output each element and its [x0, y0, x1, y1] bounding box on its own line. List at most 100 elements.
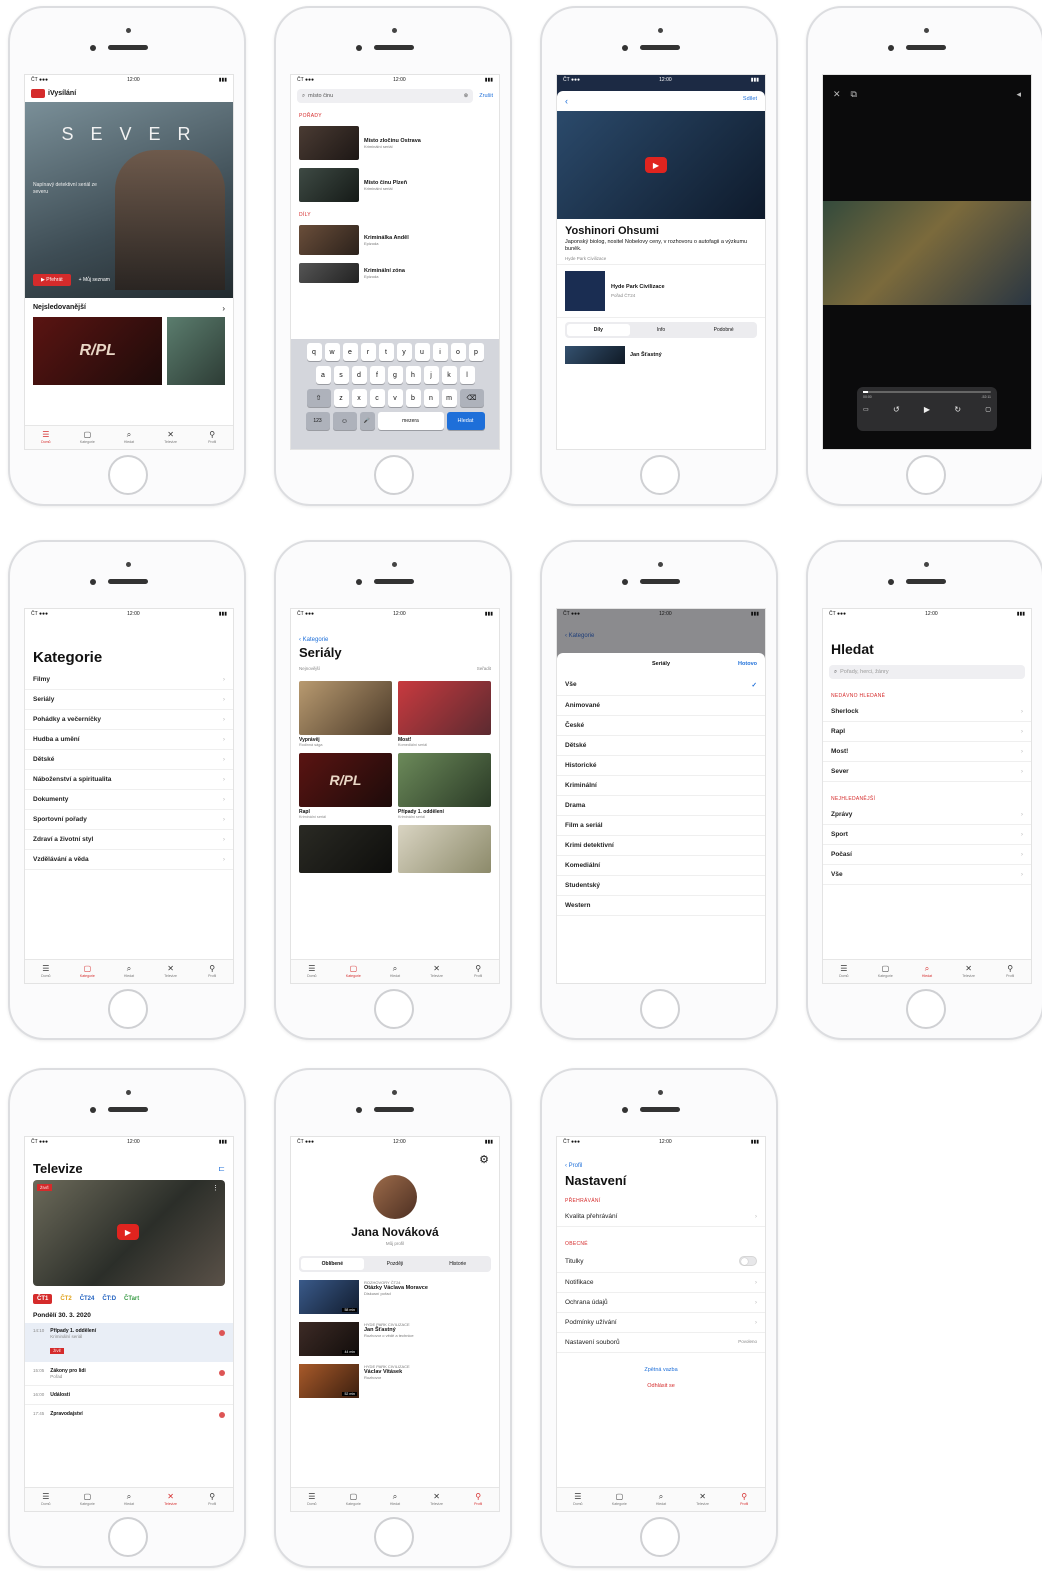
key[interactable]: b — [405, 389, 421, 407]
list-item[interactable]: Místo činu Plzeň Kriminální seriál — [291, 164, 499, 206]
pip-icon[interactable]: ⧉ — [851, 89, 857, 100]
tab-search[interactable]: ⌕ Hledat — [646, 1492, 676, 1507]
live-video[interactable]: ŽIVĚ ▶ ⋮ — [33, 1180, 225, 1286]
record-icon[interactable] — [219, 1370, 225, 1376]
key[interactable]: r — [360, 343, 376, 361]
airplay-icon[interactable]: ▭ — [863, 406, 869, 413]
tab-search[interactable]: ⌕ Hledat — [912, 964, 942, 979]
category-item[interactable]: Vzdělávání a věda › — [25, 850, 233, 870]
play-icon[interactable]: ▶ — [645, 157, 667, 173]
popular-item[interactable]: Zprávy › — [823, 805, 1031, 825]
done-button[interactable]: Hotovo — [738, 661, 757, 667]
popular-item[interactable]: Počasí › — [823, 845, 1031, 865]
popular-item[interactable]: Vše › — [823, 865, 1031, 885]
subtitles-icon[interactable]: ▢ — [985, 406, 991, 413]
category-item[interactable]: Zdraví a životní styl › — [25, 830, 233, 850]
category-item[interactable]: Dětské › — [25, 750, 233, 770]
filter-button[interactable]: Nejnovější — [299, 666, 320, 671]
play-button[interactable]: ▶ Přehrát — [33, 274, 71, 286]
tab-search[interactable]: ⌕ Hledat — [380, 1492, 410, 1507]
tab-tv[interactable]: ✕ Televize — [156, 430, 186, 445]
record-icon[interactable] — [219, 1330, 225, 1336]
cancel-button[interactable]: Zrušit — [479, 93, 499, 99]
filter-option[interactable]: České — [557, 716, 765, 736]
category-item[interactable]: Náboženství a spiritualita › — [25, 770, 233, 790]
program-row[interactable]: 16:00 Události — [25, 1386, 233, 1405]
share-button[interactable]: Sdílet — [743, 96, 757, 106]
shift-key[interactable]: ⇧ — [306, 389, 331, 407]
key[interactable]: j — [423, 366, 439, 384]
tab-home[interactable]: ☰ Domů — [31, 1492, 61, 1507]
search-input[interactable]: ⌕ místo činu ⊗ — [297, 89, 474, 103]
popular-item[interactable]: Sport › — [823, 825, 1031, 845]
numbers-key[interactable]: 123 — [305, 412, 330, 430]
feedback-link[interactable]: Zpětná vazba — [557, 1367, 765, 1373]
category-item[interactable]: Dokumenty › — [25, 790, 233, 810]
key[interactable]: c — [369, 389, 385, 407]
key[interactable]: x — [351, 389, 367, 407]
tab-categories[interactable]: ▢ Kategorie — [870, 964, 900, 979]
record-icon[interactable] — [219, 1412, 225, 1418]
list-item[interactable]: Místo zločinu Ostrava Kriminální seriál — [291, 122, 499, 164]
subtitles-toggle[interactable] — [739, 1256, 757, 1266]
filter-option[interactable]: Dětské — [557, 736, 765, 756]
backspace-key[interactable]: ⌫ — [459, 389, 484, 407]
settings-row[interactable]: Kvalita přehrávání › — [557, 1207, 765, 1227]
settings-row[interactable]: Titulky — [557, 1250, 765, 1273]
channel-ct1[interactable]: ČT1 — [33, 1294, 53, 1304]
program-row[interactable]: 17:45 Zpravodajství — [25, 1405, 233, 1423]
tab-history[interactable]: Historie — [426, 1258, 489, 1270]
series-card[interactable]: Případy 1. oddělení Kriminální seriál — [398, 753, 491, 819]
tab-categories[interactable]: ▢ Kategorie — [604, 1492, 634, 1507]
more-icon[interactable]: ⋮ — [212, 1184, 219, 1192]
key[interactable]: v — [387, 389, 403, 407]
settings-row[interactable]: Nastavení souborů Povoleno — [557, 1333, 765, 1353]
filter-option[interactable]: Animované — [557, 696, 765, 716]
key[interactable]: f — [369, 366, 385, 384]
tab-profile[interactable]: ⚲ Profil — [729, 1492, 759, 1507]
program-row[interactable]: 14:10 Případy 1. oddělení Kriminální seri… — [25, 1323, 233, 1362]
key[interactable]: o — [450, 343, 466, 361]
tab-similar[interactable]: Podobné — [692, 324, 755, 336]
close-icon[interactable]: ✕ — [833, 89, 841, 100]
tab-tv[interactable]: ✕ Televize — [156, 1492, 186, 1507]
key[interactable]: z — [333, 389, 349, 407]
tab-favorites[interactable]: Oblíbené — [301, 1258, 364, 1270]
home-button[interactable] — [374, 455, 414, 495]
tab-tv[interactable]: ✕ Televize — [954, 964, 984, 979]
key[interactable]: l — [459, 366, 475, 384]
tab-profile[interactable]: ⚲ Profil — [197, 964, 227, 979]
recent-item[interactable]: Rapl › — [823, 722, 1031, 742]
tab-home[interactable]: ☰ Domů — [31, 964, 61, 979]
video-thumbnail[interactable]: ▶ — [557, 111, 765, 219]
tab-profile[interactable]: ⚲ Profil — [197, 1492, 227, 1507]
home-button[interactable] — [906, 455, 946, 495]
key[interactable]: k — [441, 366, 457, 384]
avatar[interactable] — [373, 1175, 417, 1219]
home-button[interactable] — [374, 989, 414, 1029]
tab-search[interactable]: ⌕ Hledat — [114, 964, 144, 979]
sort-button[interactable]: Seřadit — [477, 666, 491, 671]
logout-link[interactable]: Odhlásit se — [557, 1383, 765, 1389]
list-item[interactable]: 44 min HYDE PARK CIVILIZACE Jan Šťastný Ro… — [291, 1318, 499, 1360]
home-button[interactable] — [640, 989, 680, 1029]
filter-option[interactable]: Western — [557, 896, 765, 916]
key[interactable]: w — [324, 343, 340, 361]
channel-ctd[interactable]: ČT:D — [102, 1296, 116, 1302]
cast-icon[interactable]: ⊏ — [218, 1164, 225, 1173]
category-item[interactable]: Sportovní pořady › — [25, 810, 233, 830]
tab-categories[interactable]: ▢ Kategorie — [72, 430, 102, 445]
home-button[interactable] — [640, 1517, 680, 1557]
tab-profile[interactable]: ⚲ Profil — [197, 430, 227, 445]
list-item[interactable]: 58 min ROZHOVORY ČT24 Otázky Václava Mora… — [291, 1276, 499, 1318]
key[interactable]: g — [387, 366, 403, 384]
home-button[interactable] — [108, 989, 148, 1029]
channel-ct2[interactable]: ČT2 — [60, 1296, 71, 1302]
key[interactable]: n — [423, 389, 439, 407]
tab-categories[interactable]: ▢ Kategorie — [338, 964, 368, 979]
key[interactable]: e — [342, 343, 358, 361]
key[interactable]: p — [468, 343, 484, 361]
tab-categories[interactable]: ▢ Kategorie — [72, 964, 102, 979]
play-icon[interactable]: ▶ — [117, 1224, 139, 1240]
home-button[interactable] — [640, 455, 680, 495]
